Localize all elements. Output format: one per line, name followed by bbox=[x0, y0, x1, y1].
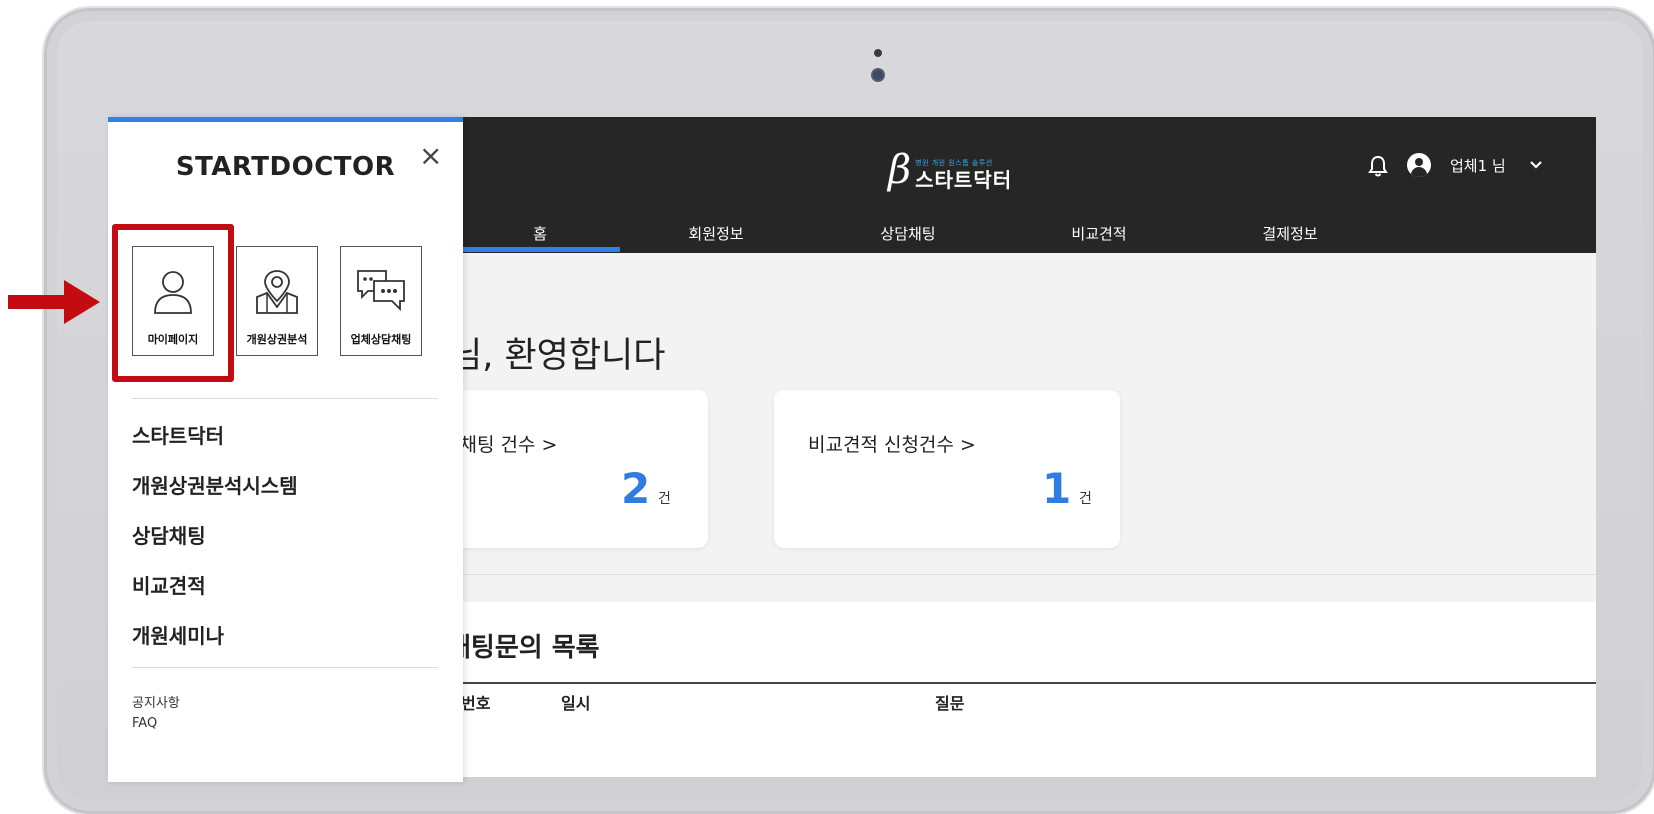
section-divider bbox=[447, 574, 1596, 575]
menu-item-startdoctor[interactable]: 스타트닥터 bbox=[132, 420, 224, 449]
sub-item-notice[interactable]: 공지사항 bbox=[132, 692, 180, 711]
close-icon[interactable]: × bbox=[419, 142, 442, 170]
camera-sensor-icon bbox=[874, 49, 882, 57]
active-tab-indicator bbox=[460, 247, 620, 252]
column-header-question: 질문 bbox=[935, 694, 965, 713]
table-header-rule bbox=[447, 682, 1596, 684]
user-avatar-icon[interactable] bbox=[1407, 153, 1431, 177]
menu-item-market-analysis-system[interactable]: 개원상권분석시스템 bbox=[132, 470, 298, 499]
arrow-right-icon bbox=[8, 280, 100, 324]
column-header-number: 번호 bbox=[461, 694, 491, 713]
tab-compare-quote[interactable]: 비교견적 bbox=[1019, 223, 1179, 244]
card-unit: 건 bbox=[1079, 491, 1092, 507]
column-header-date: 일시 bbox=[561, 694, 591, 713]
quick-link-market-analysis[interactable]: 개원상권분석 bbox=[236, 246, 318, 356]
chat-bubbles-icon bbox=[357, 270, 405, 312]
card-value: 2 bbox=[621, 464, 651, 513]
menu-item-consult-chat[interactable]: 상담채팅 bbox=[132, 520, 206, 549]
chat-inquiry-panel: 채팅문의 목록 번호 일시 질문 bbox=[447, 602, 1596, 777]
tab-member-info[interactable]: 회원정보 bbox=[636, 223, 796, 244]
menu-item-compare-quote[interactable]: 비교견적 bbox=[132, 570, 206, 599]
side-drawer: STARTDOCTOR × 마이페이지 개원상권분석 업체상담채팅 스타트닥터 … bbox=[108, 117, 463, 782]
drawer-divider bbox=[132, 667, 438, 668]
drawer-brand: STARTDOCTOR bbox=[175, 152, 396, 182]
menu-item-opening-seminar[interactable]: 개원세미나 bbox=[132, 620, 224, 649]
chat-list-title: 채팅문의 목록 bbox=[447, 633, 600, 663]
tab-home[interactable]: 홈 bbox=[460, 223, 620, 244]
card-unit: 건 bbox=[658, 491, 671, 507]
camera-lens-icon bbox=[873, 70, 883, 80]
brand-logo[interactable]: β 병원 개원 원스톱 솔루션 스타트닥터 bbox=[888, 144, 1012, 190]
user-name[interactable]: 업체1 님 bbox=[1450, 155, 1506, 176]
welcome-heading: 님, 환영합니다 bbox=[450, 336, 666, 376]
card-value: 1 bbox=[1042, 464, 1072, 513]
quick-link-label: 업체상담채팅 bbox=[350, 333, 412, 346]
quick-link-vendor-chat[interactable]: 업체상담채팅 bbox=[340, 246, 422, 356]
tab-consult-chat[interactable]: 상담채팅 bbox=[828, 223, 988, 244]
map-pin-icon bbox=[256, 270, 298, 314]
chevron-down-icon[interactable] bbox=[1529, 153, 1543, 177]
drawer-divider bbox=[132, 398, 438, 399]
tab-payment-info[interactable]: 결제정보 bbox=[1210, 223, 1370, 244]
card-title: 비교견적 신청건수 > bbox=[808, 434, 976, 456]
highlight-box bbox=[112, 224, 234, 382]
logo-mark: β bbox=[888, 147, 912, 193]
quote-count-card[interactable]: 비교견적 신청건수 > 1 건 bbox=[774, 390, 1120, 548]
logo-name: 스타트닥터 bbox=[915, 168, 1013, 192]
bell-icon[interactable] bbox=[1367, 154, 1389, 178]
logo-subtitle: 병원 개원 원스톱 솔루션 bbox=[915, 159, 993, 167]
quick-link-label: 개원상권분석 bbox=[246, 333, 308, 346]
sub-item-faq[interactable]: FAQ bbox=[132, 716, 157, 731]
